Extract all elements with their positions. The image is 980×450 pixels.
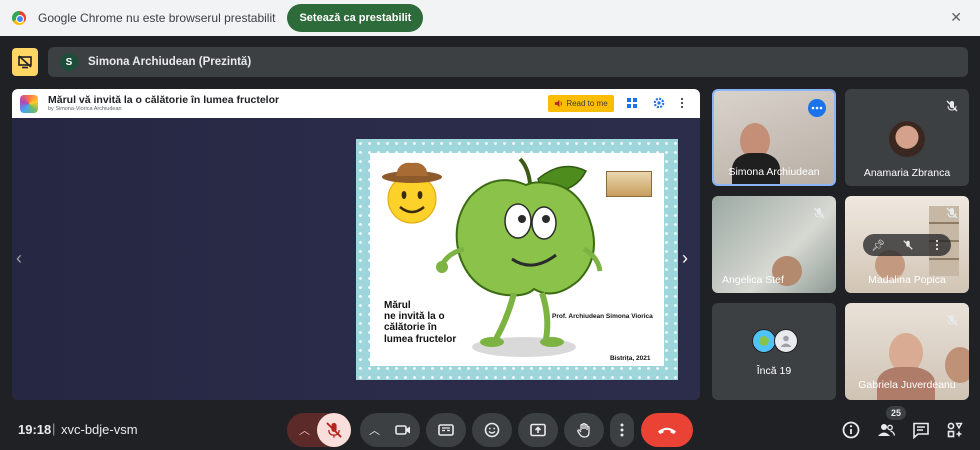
participant-name: Madalina Popica (868, 274, 946, 286)
mic-off-icon (946, 314, 958, 326)
slide: Mărul ne invită la o călătorie în lumea … (356, 139, 678, 380)
meeting-code: xvc-bdje-vsm (61, 422, 138, 437)
slide-content: Mărul ne invită la o călătorie în lumea … (370, 153, 664, 366)
participant-name: Simona Archiudean (728, 166, 820, 178)
mic-off-icon (946, 100, 958, 112)
tile-madalina[interactable]: 📌︎ Madalina Popica (845, 196, 969, 293)
close-icon[interactable]: ✕ (950, 9, 962, 26)
hand-icon (577, 422, 590, 438)
presenter-label: Simona Archiudean (Prezintă) (88, 56, 252, 68)
audio-options-chevron-icon[interactable]: ︿ (299, 422, 310, 438)
mic-off-icon (326, 422, 342, 438)
person-icon (780, 335, 792, 347)
more-vert-icon (620, 423, 624, 437)
avatar (752, 329, 776, 353)
camera-toggle-group: ︿ (360, 413, 420, 447)
people-icon[interactable] (876, 420, 896, 440)
deck-title: Mărul vă invită la o călătorie în lumea … (48, 93, 280, 106)
slide-title-text: Mărul ne invită la o călătorie în lumea … (384, 300, 457, 345)
mic-toggle-group: ︿ (287, 413, 351, 447)
avatar (774, 329, 798, 353)
raise-hand-button[interactable] (564, 413, 604, 447)
present-to-all-icon (530, 423, 546, 437)
activities-icon[interactable] (945, 420, 965, 440)
captions-button[interactable] (426, 413, 466, 447)
video-options-chevron-icon[interactable]: ︿ (369, 422, 380, 438)
previous-page-icon[interactable]: ‹ (16, 248, 22, 269)
closed-captions-icon (438, 424, 454, 436)
tile-gabriela[interactable]: Gabriela Juverdeanu (845, 303, 969, 400)
reactions-button[interactable] (472, 413, 512, 447)
mic-off-icon (813, 207, 825, 219)
tile-simona[interactable]: Simona Archiudean (712, 89, 836, 186)
info-icon[interactable] (841, 420, 861, 440)
chat-icon[interactable] (911, 420, 931, 440)
slide-date: Bistrița, 2021 (610, 355, 651, 362)
gear-icon[interactable] (653, 97, 665, 109)
more-options-icon[interactable] (808, 99, 826, 117)
microphone-button[interactable] (317, 413, 351, 447)
videocam-icon (395, 425, 410, 435)
read-to-me-label: Read to me (566, 99, 608, 108)
presenter-avatar: S (60, 53, 78, 71)
mic-off-icon (946, 207, 958, 219)
participants-count-badge: 25 (886, 406, 906, 420)
speaker-icon (555, 99, 563, 108)
deck-header: Mărul vă invită la o călătorie în lumea … (12, 89, 700, 118)
stop-presenting-icon[interactable] (12, 48, 38, 76)
book-creator-logo-icon (20, 94, 38, 113)
meeting-time: 19:18 (18, 422, 52, 437)
emoji-icon (484, 422, 500, 438)
next-page-icon[interactable]: › (682, 248, 688, 269)
tile-angelica[interactable]: Angelica Stef (712, 196, 836, 293)
tile-more-participants[interactable]: Încă 19 (712, 303, 836, 400)
tile-anamaria[interactable]: Anamaria Zbranca (845, 89, 969, 186)
read-to-me-button[interactable]: Read to me (548, 95, 614, 112)
pin-icon[interactable]: 📌︎ (871, 239, 885, 252)
more-vert-icon[interactable] (931, 239, 943, 251)
avatar (889, 121, 925, 157)
deck-byline: by Simona-Viorica Archiudean (48, 106, 122, 112)
mute-participant-icon[interactable] (902, 239, 914, 251)
call-end-icon (658, 427, 676, 434)
leave-call-button[interactable] (641, 413, 693, 447)
more-vert-icon[interactable] (676, 97, 688, 109)
presenter-bar: S Simona Archiudean (Prezintă) (48, 47, 968, 77)
tile-hover-controls: 📌︎ (863, 234, 951, 256)
default-browser-infobar: Google Chrome nu este browserul prestabi… (0, 0, 980, 36)
participant-name: Angelica Stef (722, 274, 784, 286)
chrome-logo-icon (12, 11, 26, 25)
infobar-message: Google Chrome nu este browserul prestabi… (38, 11, 276, 25)
set-default-button[interactable]: Setează ca prestabilit (287, 4, 424, 32)
more-participants-label: Încă 19 (756, 365, 792, 377)
more-options-button[interactable] (610, 413, 634, 447)
slide-author: Prof. Archiudean Simona Viorica (552, 313, 653, 320)
slide-photo (606, 171, 652, 197)
grid-view-icon[interactable] (626, 97, 638, 109)
present-now-button[interactable] (518, 413, 558, 447)
camera-button[interactable] (386, 413, 420, 447)
presentation-stage: Mărul vă invită la o călătorie în lumea … (12, 89, 700, 400)
deck-body: ‹ › Mărul ne invită la o călătorie în lu… (12, 118, 700, 400)
divider: | (52, 421, 56, 436)
participant-name: Anamaria Zbranca (863, 167, 951, 179)
participant-name: Gabriela Juverdeanu (858, 379, 956, 391)
